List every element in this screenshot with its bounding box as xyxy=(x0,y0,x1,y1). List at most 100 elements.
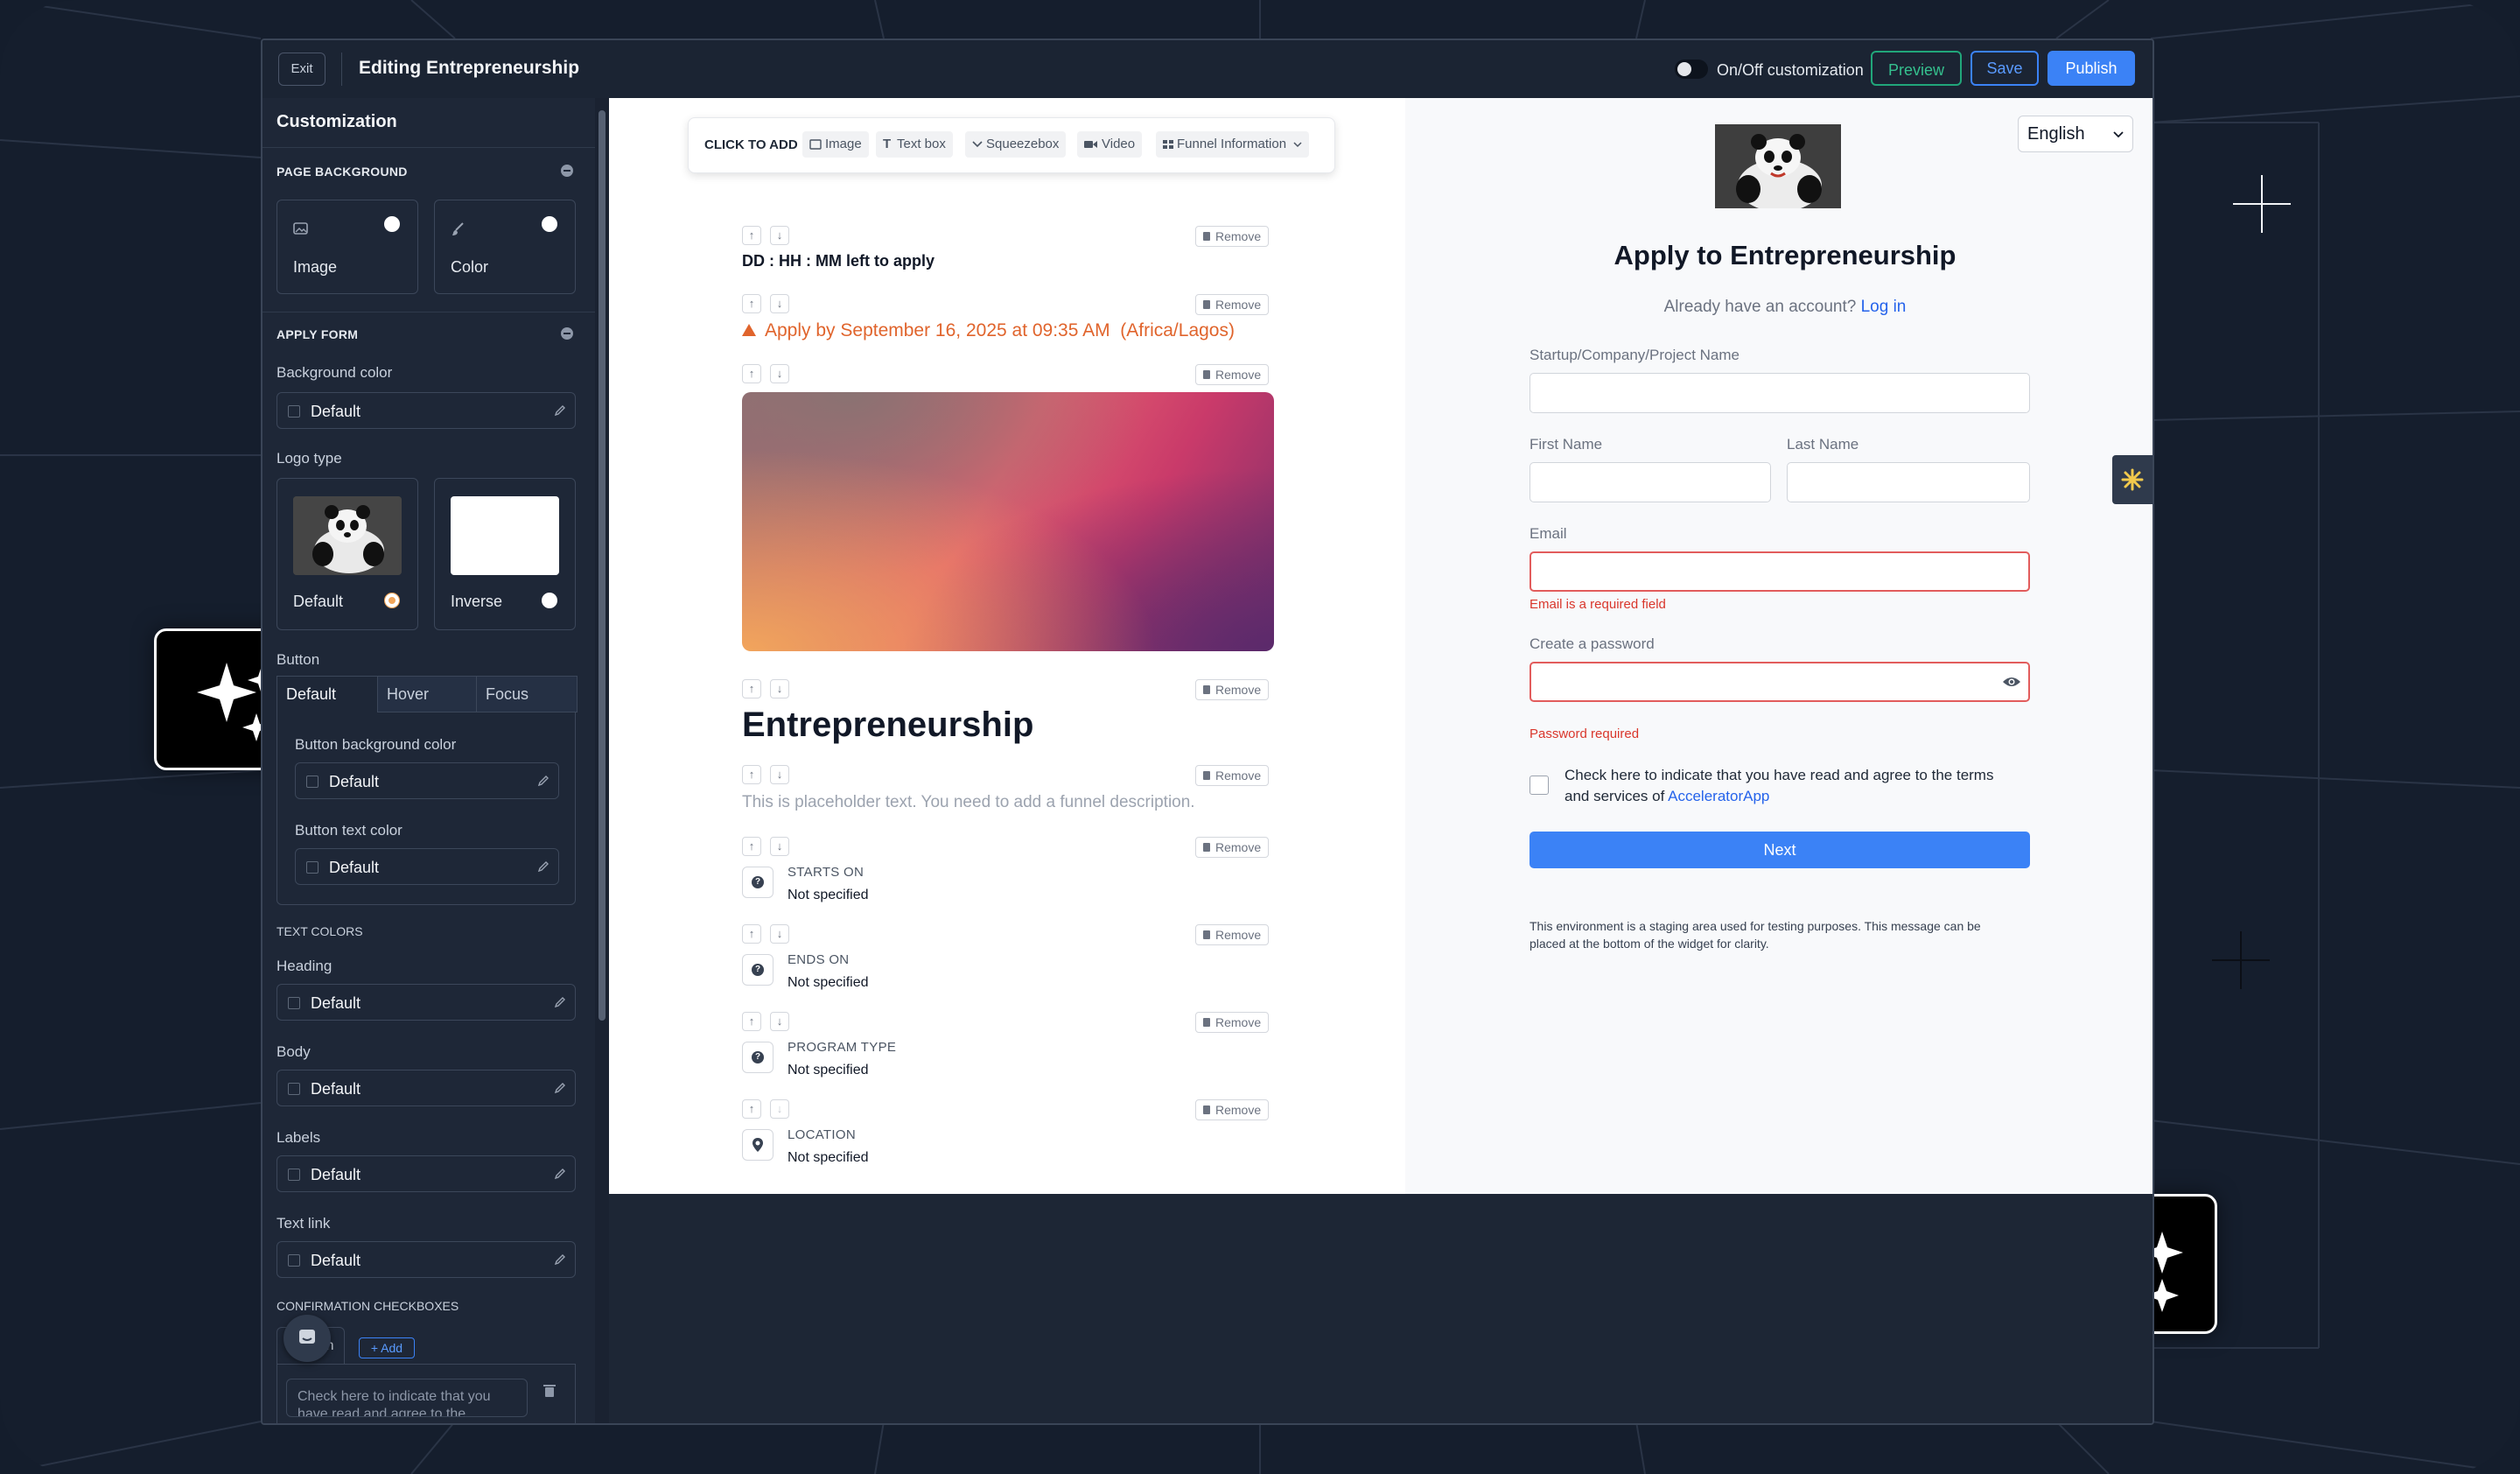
move-down-button[interactable]: ↓ xyxy=(770,679,789,698)
add-funnel-info-button[interactable]: Funnel Information xyxy=(1156,131,1310,158)
startup-input[interactable] xyxy=(1530,373,2030,413)
move-up-button[interactable]: ↑ xyxy=(742,1012,761,1031)
add-squeezebox-button[interactable]: Squeezebox xyxy=(965,131,1067,158)
email-input[interactable] xyxy=(1530,551,2030,592)
button-text-color-select[interactable]: Default xyxy=(295,848,559,885)
move-up-button[interactable]: ↑ xyxy=(742,364,761,383)
screen-frame: Exit Editing Entrepreneurship On/Off cus… xyxy=(0,0,2520,1474)
remove-button[interactable]: Remove xyxy=(1195,1099,1270,1120)
sidebar-scrollbar[interactable] xyxy=(598,110,606,1021)
tab-hover[interactable]: Hover xyxy=(377,676,477,712)
add-image-button[interactable]: Image xyxy=(802,131,869,158)
move-down-button[interactable]: ↓ xyxy=(770,364,789,383)
radio-button[interactable] xyxy=(542,593,557,608)
collapse-icon[interactable] xyxy=(561,327,573,340)
hero-image[interactable] xyxy=(742,392,1274,651)
move-down-button[interactable]: ↓ xyxy=(770,924,789,944)
background-color-select[interactable]: Default xyxy=(276,392,576,429)
toggle-label: On/Off customization xyxy=(1717,61,1864,79)
eye-icon[interactable] xyxy=(2002,676,2021,688)
move-up-button[interactable]: ↑ xyxy=(742,1099,761,1119)
exit-button[interactable]: Exit xyxy=(278,53,326,86)
add-video-button[interactable]: Video xyxy=(1077,131,1143,158)
description-placeholder[interactable]: This is placeholder text. You need to ad… xyxy=(742,793,1195,812)
collapse-icon[interactable] xyxy=(561,165,573,177)
add-checkbox-button[interactable]: + Add xyxy=(359,1337,415,1358)
publish-button[interactable]: Publish xyxy=(2048,51,2135,86)
password-input[interactable] xyxy=(1530,662,2030,702)
pencil-icon[interactable] xyxy=(554,1168,566,1180)
move-up-button[interactable]: ↑ xyxy=(742,294,761,313)
save-button[interactable]: Save xyxy=(1970,51,2039,86)
field-label: Button text color xyxy=(295,822,402,839)
button-bg-color-select[interactable]: Default xyxy=(295,762,559,799)
chat-button[interactable] xyxy=(284,1315,331,1362)
add-textbox-button[interactable]: T Text box xyxy=(876,131,953,158)
pencil-icon[interactable] xyxy=(537,860,550,873)
password-error: Password required xyxy=(1530,726,1640,741)
customization-toggle[interactable] xyxy=(1675,60,1708,79)
terms-checkbox[interactable] xyxy=(1530,776,1549,795)
trash-icon xyxy=(1203,843,1210,852)
move-down-button[interactable]: ↓ xyxy=(770,765,789,784)
field-label: Logo type xyxy=(276,450,342,467)
tab-focus[interactable]: Focus xyxy=(476,676,578,712)
labels-color-select[interactable]: Default xyxy=(276,1155,576,1192)
body-color-select[interactable]: Default xyxy=(276,1070,576,1106)
pencil-icon[interactable] xyxy=(554,1253,566,1266)
terms-line-2-text: and services of xyxy=(1564,788,1665,804)
trash-icon xyxy=(1203,370,1210,379)
radio-button[interactable] xyxy=(542,216,557,232)
remove-button[interactable]: Remove xyxy=(1195,765,1270,786)
pencil-icon[interactable] xyxy=(537,775,550,787)
move-up-button[interactable]: ↑ xyxy=(742,679,761,698)
move-down-button[interactable]: ↓ xyxy=(770,1099,789,1119)
last-name-input[interactable] xyxy=(1787,462,2030,502)
remove-button[interactable]: Remove xyxy=(1195,364,1270,385)
move-down-button[interactable]: ↓ xyxy=(770,294,789,313)
program-title[interactable]: Entrepreneurship xyxy=(742,705,1033,745)
swatch-icon xyxy=(306,776,318,788)
pencil-icon[interactable] xyxy=(554,1082,566,1094)
remove-button[interactable]: Remove xyxy=(1195,837,1270,858)
logo-option-inverse[interactable]: Inverse xyxy=(434,478,576,630)
plus-decoration xyxy=(2212,931,2270,989)
text-link-color-select[interactable]: Default xyxy=(276,1241,576,1278)
remove-button[interactable]: Remove xyxy=(1195,679,1270,700)
radio-button[interactable] xyxy=(384,216,400,232)
remove-button[interactable]: Remove xyxy=(1195,1012,1270,1033)
remove-button[interactable]: Remove xyxy=(1195,226,1270,247)
preview-button[interactable]: Preview xyxy=(1871,51,1962,86)
remove-button[interactable]: Remove xyxy=(1195,924,1270,945)
move-up-button[interactable]: ↑ xyxy=(742,226,761,245)
move-down-button[interactable]: ↓ xyxy=(770,226,789,245)
panda-image xyxy=(293,496,402,575)
pencil-icon[interactable] xyxy=(554,996,566,1008)
login-link[interactable]: Log in xyxy=(1861,298,1907,316)
heading-color-select[interactable]: Default xyxy=(276,984,576,1021)
remove-button[interactable]: Remove xyxy=(1195,294,1270,315)
pencil-icon[interactable] xyxy=(554,404,566,417)
page-bg-option-color[interactable]: Color xyxy=(434,200,576,294)
page-bg-option-image[interactable]: Image xyxy=(276,200,418,294)
move-up-button[interactable]: ↑ xyxy=(742,924,761,944)
info-heading: PROGRAM TYPE xyxy=(788,1040,897,1055)
move-down-button[interactable]: ↓ xyxy=(770,1012,789,1031)
trash-icon[interactable] xyxy=(543,1384,556,1398)
move-down-button[interactable]: ↓ xyxy=(770,837,789,856)
chip-label: Video xyxy=(1102,137,1136,151)
language-value: English xyxy=(2027,124,2085,144)
warning-icon xyxy=(742,324,756,336)
feedback-widget-button[interactable] xyxy=(2112,455,2152,504)
tab-default[interactable]: Default xyxy=(276,676,378,712)
checkbox-text-input[interactable]: Check here to indicate that you have rea… xyxy=(286,1379,528,1417)
logo-option-default[interactable]: Default xyxy=(276,478,418,630)
next-button[interactable]: Next xyxy=(1530,832,2030,868)
first-name-input[interactable] xyxy=(1530,462,1771,502)
move-up-button[interactable]: ↑ xyxy=(742,837,761,856)
language-select[interactable]: English xyxy=(2018,116,2133,152)
chip-label: Text box xyxy=(897,137,946,151)
terms-link[interactable]: AcceleratorApp xyxy=(1668,788,1769,804)
radio-button-selected[interactable] xyxy=(384,593,400,608)
move-up-button[interactable]: ↑ xyxy=(742,765,761,784)
